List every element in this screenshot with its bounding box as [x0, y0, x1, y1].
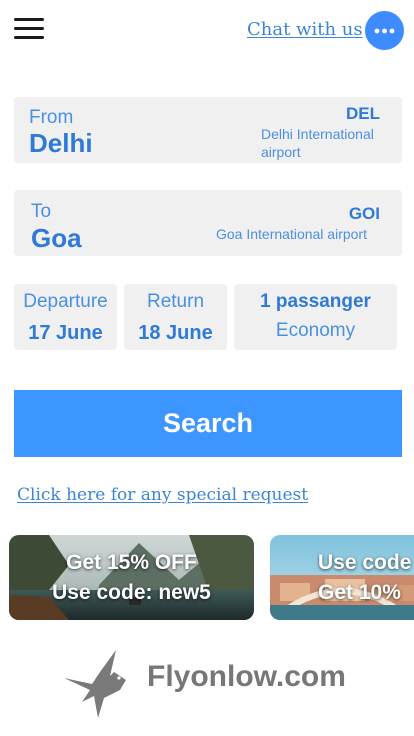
travel-class: Economy	[275, 320, 356, 341]
departure-date: 17 June	[28, 322, 103, 344]
to-label: To	[31, 201, 52, 222]
promo-1-title: Get 15% OFF	[66, 551, 197, 574]
promo-1-text: Get 15% OFF Use code: new5	[9, 548, 254, 608]
promo-1-code: Use code: new5	[52, 581, 211, 604]
from-field[interactable]: From Delhi DEL Delhi International airpo…	[14, 97, 402, 163]
return-label: Return	[146, 291, 205, 312]
promo-2-title: Use code	[318, 551, 412, 574]
to-field[interactable]: To Goa GOI Goa International airport	[14, 190, 402, 256]
return-date-picker[interactable]: Return 18 June	[124, 284, 227, 350]
from-airport-code: DEL	[346, 104, 380, 123]
promo-banner-1[interactable]: Get 15% OFF Use code: new5	[9, 535, 254, 620]
promo-2-code: Get 10%	[318, 581, 401, 604]
return-date: 18 June	[138, 322, 213, 344]
special-request-link[interactable]: Click here for any special request	[17, 485, 308, 505]
from-airport-name: Delhi International airport	[261, 126, 374, 160]
search-button[interactable]: Search	[14, 390, 402, 457]
promo-2-text: Use code Get 10%	[318, 548, 411, 608]
departure-label: Departure	[23, 291, 108, 312]
to-airport-code: GOI	[348, 204, 380, 223]
passenger-selector[interactable]: 1 passanger Economy	[234, 284, 397, 350]
passenger-count: 1 passanger	[260, 291, 371, 312]
brand-name: Flyonlow.com	[147, 660, 346, 693]
bird-logo-icon	[64, 650, 130, 718]
from-label: From	[29, 107, 74, 128]
departure-date-picker[interactable]: Departure 17 June	[14, 284, 117, 350]
to-city: Goa	[31, 223, 82, 253]
promo-banner-2[interactable]: Use code Get 10%	[270, 535, 414, 620]
hamburger-menu-icon[interactable]	[14, 18, 44, 42]
from-city: Delhi	[29, 128, 93, 158]
to-airport-name: Goa International airport	[216, 226, 367, 242]
chat-with-us-link[interactable]: Chat with us	[247, 19, 363, 40]
chat-bubble-icon[interactable]	[365, 11, 404, 50]
